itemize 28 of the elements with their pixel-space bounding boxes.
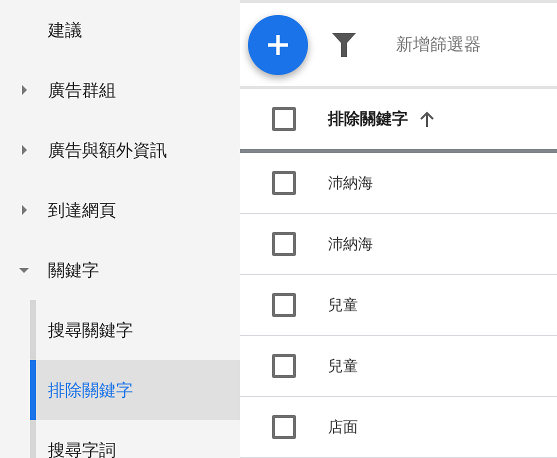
expand-icon[interactable] [22, 145, 26, 155]
plus-icon [267, 34, 289, 56]
table-cell: 兒童 [328, 356, 358, 376]
sidebar-item[interactable]: 到達網頁 [48, 198, 116, 222]
filter-icon[interactable] [332, 32, 356, 56]
sidebar-item[interactable]: 建議 [48, 18, 82, 42]
sidebar-subitem[interactable]: 搜尋關鍵字 [30, 300, 240, 360]
filter-field[interactable]: 新增篩選器 [396, 34, 556, 54]
arrow-up-icon[interactable] [420, 111, 434, 127]
expand-icon[interactable] [22, 85, 26, 95]
checkbox[interactable] [272, 354, 296, 378]
checkbox[interactable] [272, 232, 296, 256]
checkbox[interactable] [272, 415, 296, 439]
sidebar-item[interactable]: 關鍵字 [48, 258, 99, 282]
table-cell: 兒童 [328, 296, 358, 314]
table-cell: 沛納海 [328, 174, 373, 192]
checkbox[interactable] [272, 171, 296, 195]
sidebar-item[interactable]: 廣告與額外資訊 [48, 138, 167, 162]
column-header[interactable]: 排除關鍵字 [328, 108, 408, 130]
add-button[interactable] [248, 14, 308, 74]
sidebar-item[interactable]: 廣告群組 [48, 78, 116, 102]
sidebar-subitem[interactable]: 搜尋字詞 [30, 420, 240, 458]
expand-less-icon[interactable] [19, 268, 29, 272]
table-cell: 沛納海 [328, 234, 373, 254]
table-cell: 店面 [328, 418, 358, 436]
checkbox[interactable] [272, 107, 296, 131]
checkbox[interactable] [272, 293, 296, 317]
expand-icon[interactable] [22, 205, 26, 215]
